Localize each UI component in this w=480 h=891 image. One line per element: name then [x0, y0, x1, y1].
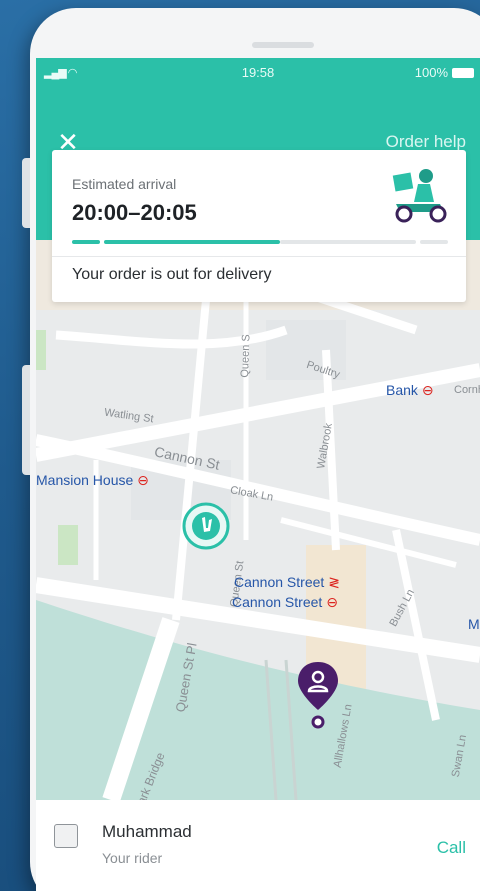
phone-speaker: [252, 42, 314, 48]
status-time: 19:58: [241, 65, 275, 80]
station-bank[interactable]: Bank ⊖: [386, 382, 434, 399]
eta-label: Estimated arrival: [72, 176, 177, 192]
destination-pin-icon[interactable]: [294, 660, 342, 730]
app-screen: ▂▄▆ ◠ 19:58 100% ✕ Order help Cannon St …: [36, 58, 480, 891]
progress-segment: [104, 240, 280, 244]
rider-location-icon[interactable]: [182, 502, 230, 550]
progress-segment: [72, 240, 100, 244]
tracking-card: Estimated arrival 20:00–20:05 Your order…: [52, 150, 466, 302]
battery-percent: 100%: [414, 65, 448, 80]
phone-side-button: [22, 365, 30, 475]
station-cannon-street-tube-label: Cannon Street: [232, 594, 323, 610]
station-mansion-house[interactable]: Mansion House ⊖: [36, 472, 149, 489]
order-status-text: Your order is out for delivery: [72, 266, 272, 283]
station-cannon-street-rail-label: Cannon Street: [234, 574, 325, 590]
tube-roundel-icon: ⊖: [137, 472, 149, 488]
rider-avatar-icon: [54, 824, 78, 848]
station-cannon-street-rail[interactable]: Cannon Street ≷: [234, 574, 340, 591]
map-label-edge: M: [468, 616, 480, 632]
call-rider-button[interactable]: Call: [437, 838, 466, 858]
station-bank-label: Bank: [386, 382, 418, 398]
tube-roundel-icon: ⊖: [326, 594, 338, 610]
national-rail-icon: ≷: [328, 574, 340, 590]
phone-side-button: [22, 158, 30, 228]
street-label-queen-s: Queen S: [238, 334, 253, 378]
rider-role: Your rider: [102, 850, 163, 866]
status-bar: ▂▄▆ ◠ 19:58 100%: [36, 58, 480, 88]
rider-sheet: Muhammad Your rider Call: [36, 800, 480, 891]
delivery-progress-bar: [72, 240, 448, 244]
street-label-cornhill: Cornh: [454, 384, 480, 396]
tube-roundel-icon: ⊖: [421, 382, 434, 398]
card-divider: [52, 256, 466, 257]
delivery-scooter-icon: [392, 169, 447, 223]
order-help-link[interactable]: Order help: [386, 132, 466, 152]
map-canvas: [36, 240, 480, 800]
delivery-map[interactable]: Cannon St Watling St Cloak Ln Queen St P…: [36, 240, 480, 844]
rider-name: Muhammad: [102, 822, 192, 841]
progress-segment: [420, 240, 448, 244]
station-mansion-house-label: Mansion House: [36, 472, 134, 488]
eta-value: 20:00–20:05: [72, 200, 197, 225]
station-cannon-street-tube[interactable]: Cannon Street ⊖: [232, 594, 338, 611]
progress-segment: [280, 240, 416, 244]
battery-icon: [452, 68, 474, 78]
